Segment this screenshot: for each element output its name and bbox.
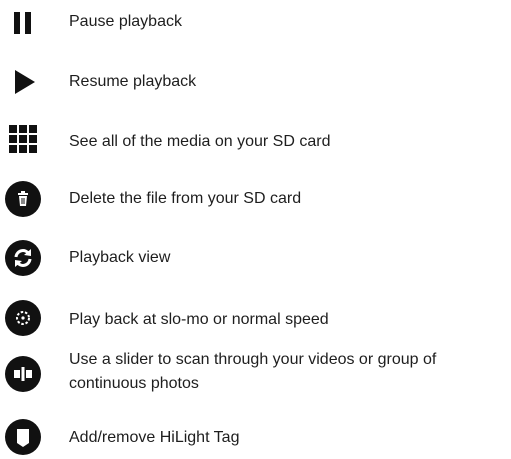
refresh-icon [4, 239, 42, 277]
legend-label-resume: Resume playback [69, 73, 197, 90]
play-icon [4, 63, 42, 101]
legend-label-delete: Delete the file from your SD card [69, 190, 302, 207]
legend-label-media-grid: See all of the media on your SD card [69, 133, 331, 150]
slider-icon [4, 355, 42, 393]
legend-label-playback-view: Playback view [69, 249, 171, 266]
pause-icon [4, 4, 42, 42]
hilight-tag-icon [4, 418, 42, 456]
icon-legend: Pause playback Resume playback See all o… [0, 0, 511, 459]
trash-icon [4, 180, 42, 218]
slow-motion-icon [4, 299, 42, 337]
grid-icon [4, 120, 42, 158]
legend-label-pause: Pause playback [69, 13, 182, 30]
legend-label-slow-motion: Play back at slo-mo or normal speed [69, 311, 329, 328]
legend-label-hilight-tag: Add/remove HiLight Tag [69, 429, 240, 446]
legend-label-scan-slider: Use a slider to scan through your videos… [69, 351, 437, 392]
